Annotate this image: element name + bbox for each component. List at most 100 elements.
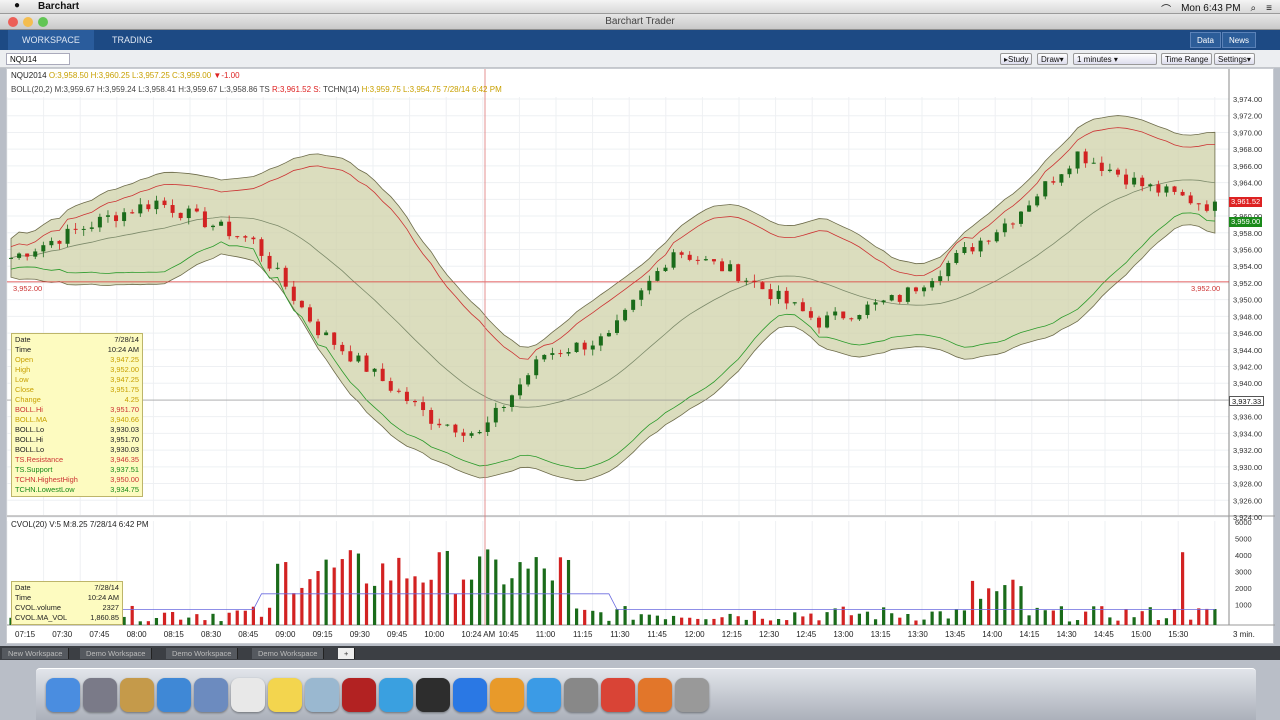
candle-body <box>1180 191 1185 196</box>
finder-icon[interactable] <box>46 677 80 712</box>
price-chart[interactable]: 3,974.00 3,972.00 3,970.00 3,968.00 3,966.00… <box>7 69 1275 645</box>
candle-body <box>1002 223 1007 233</box>
facetime-icon[interactable] <box>416 677 450 712</box>
candle-body <box>9 257 13 259</box>
volume-bar <box>631 619 635 625</box>
tab-workspace[interactable]: WORKSPACE <box>8 30 94 50</box>
candle-body <box>711 259 716 262</box>
candle-body <box>930 281 935 288</box>
symbol-input[interactable]: NQU14 <box>6 53 70 65</box>
zoom-button[interactable] <box>38 17 48 27</box>
safari-icon[interactable] <box>157 677 191 712</box>
candle-body <box>542 354 547 360</box>
messages-icon[interactable] <box>379 677 413 712</box>
data-window-value: 3,930.03 <box>110 445 139 454</box>
volume-bar <box>1164 618 1169 625</box>
candle-body <box>873 302 878 305</box>
time-range-button[interactable]: Time Range <box>1161 53 1213 65</box>
trash-icon[interactable] <box>675 677 709 712</box>
draw-button[interactable]: Draw▾ <box>1037 53 1068 65</box>
data-window-row: BOLL.Hi 3,951.70 <box>15 405 139 415</box>
workspace-tab[interactable]: Demo Workspace <box>166 648 239 659</box>
data-window-key: Open <box>15 355 34 364</box>
study-button[interactable]: ▸Study <box>1000 53 1033 65</box>
volume-bar <box>445 550 449 625</box>
data-window-value: 3,951.70 <box>110 405 139 414</box>
time-axis-label: 09:00 <box>275 630 296 639</box>
candle-body <box>881 300 886 303</box>
firefox-icon[interactable] <box>638 677 672 712</box>
workspace-tab[interactable]: New Workspace <box>2 648 70 659</box>
candle-body <box>582 342 587 350</box>
candle-body <box>962 247 967 253</box>
data-window-value: 1,860.85 <box>90 613 119 622</box>
mail-icon[interactable] <box>194 677 228 712</box>
time-axis-label: 14:30 <box>1057 630 1078 639</box>
add-workspace-button[interactable]: + <box>338 648 356 659</box>
candle-body <box>291 286 296 301</box>
volume-data-window: Date 7/28/14 Time 10:24 AM CVOL.volume 2327 CV… <box>11 581 123 625</box>
chrome-icon[interactable] <box>601 677 635 712</box>
tab-trading[interactable]: TRADING <box>98 30 167 50</box>
news-button[interactable]: News <box>1222 32 1257 48</box>
data-window-value: 4.25 <box>124 395 139 404</box>
volume-bar <box>954 609 958 625</box>
notes-icon[interactable] <box>268 677 302 712</box>
volume-bar <box>348 550 352 625</box>
data-window-key: Change <box>15 395 41 404</box>
volume-bar <box>720 617 724 625</box>
volume-bar <box>1124 609 1128 625</box>
volume-bar <box>760 618 765 625</box>
volume-bar <box>203 620 207 625</box>
price-axis-label: 3,944.00 <box>1233 346 1262 355</box>
appstore-icon[interactable] <box>527 677 561 712</box>
data-window-row: CVOL.volume 2327 <box>15 603 119 613</box>
candle-body <box>1083 151 1088 164</box>
time-axis-label: 07:30 <box>52 630 73 639</box>
workspace-tab[interactable]: Demo Workspace <box>252 648 325 659</box>
volume-bar <box>1132 617 1136 625</box>
volume-bar <box>1156 620 1160 625</box>
contacts-icon[interactable] <box>120 677 154 712</box>
candle-body <box>913 287 918 292</box>
calendar-icon[interactable] <box>231 677 265 712</box>
volume-bar <box>171 612 175 625</box>
candle-body <box>1188 195 1193 204</box>
data-button[interactable]: Data <box>1190 32 1221 48</box>
app-name[interactable]: Barchart <box>38 1 79 12</box>
search-icon[interactable]: ⌕ <box>1251 3 1257 14</box>
time-axis-label: 09:45 <box>387 630 408 639</box>
volume-bar <box>292 593 296 625</box>
time-axis-label: 09:30 <box>350 630 371 639</box>
candle-body <box>631 299 636 310</box>
interval-select[interactable]: 1 minutes ▾ <box>1073 53 1157 65</box>
candle-body <box>1067 168 1072 175</box>
list-icon[interactable]: ≡ <box>1266 3 1272 14</box>
preview-icon[interactable] <box>305 677 339 712</box>
settings-button[interactable]: Settings▾ <box>1214 53 1255 65</box>
apple-icon[interactable]: ● <box>14 0 20 11</box>
candle-body <box>1059 174 1064 183</box>
volume-bar <box>373 585 377 625</box>
minimize-button[interactable] <box>23 17 33 27</box>
workspace-tab[interactable]: Demo Workspace <box>80 648 153 659</box>
time-axis-label: 12:45 <box>796 630 817 639</box>
itunes-icon[interactable] <box>453 677 487 712</box>
volume-bar <box>995 591 999 625</box>
candle-body <box>994 232 999 242</box>
candle-body <box>388 381 393 391</box>
chart-panel[interactable]: 3,974.00 3,972.00 3,970.00 3,968.00 3,966.00… <box>6 68 1275 645</box>
hline-label-right: 3,952.00 <box>1191 284 1221 293</box>
close-button[interactable] <box>8 17 18 27</box>
launchpad-icon[interactable] <box>83 677 117 712</box>
data-window-row: TS.Resistance 3,946.35 <box>15 455 139 465</box>
time-axis-label: 11:00 <box>536 630 556 639</box>
clock[interactable]: Mon 6:43 PM <box>1181 3 1240 14</box>
ibooks-icon[interactable] <box>490 677 524 712</box>
candle-body <box>598 336 603 346</box>
photobooth-icon[interactable] <box>342 677 376 712</box>
volume-bar <box>421 582 425 625</box>
volume-bar <box>453 593 457 625</box>
preferences-icon[interactable] <box>564 677 598 712</box>
candle-body <box>202 211 207 228</box>
